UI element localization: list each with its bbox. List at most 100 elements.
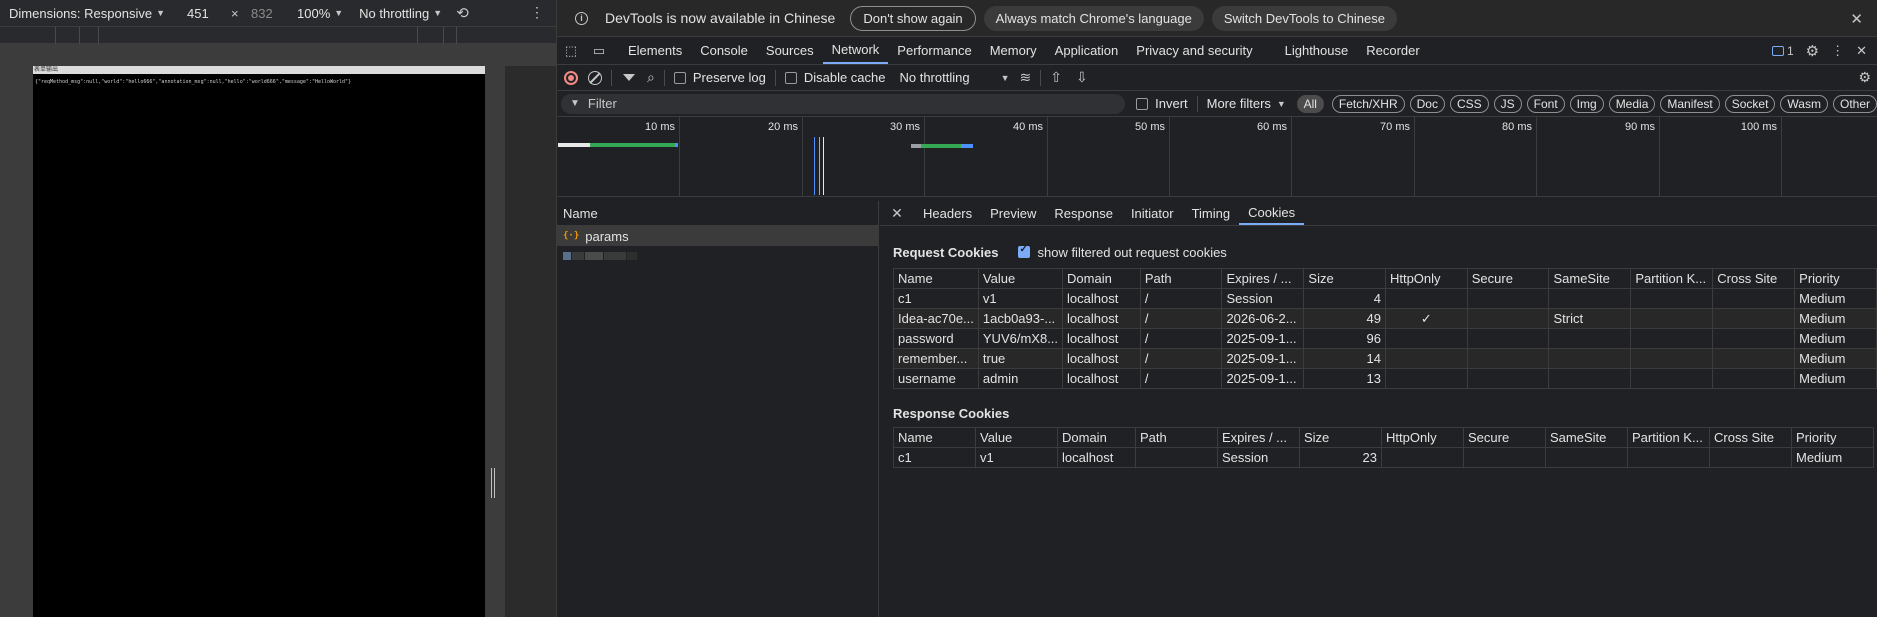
export-har-icon[interactable]: ⇩ [1076, 69, 1088, 86]
gear-icon[interactable]: ⚙ [1806, 42, 1819, 60]
dimensions-dropdown[interactable]: Dimensions: Responsive ▼ [9, 6, 165, 21]
detail-tab-cookies[interactable]: Cookies [1239, 201, 1305, 225]
column-header-priority[interactable]: Priority [1794, 268, 1877, 289]
column-header-path[interactable]: Path [1135, 427, 1218, 448]
request-cookie-row[interactable]: username admin localhost/2025-09-1... 13 Med… [893, 368, 1877, 389]
column-header-size[interactable]: Size [1303, 268, 1386, 289]
column-header-domain[interactable]: Domain [1062, 268, 1141, 289]
type-filter-wasm[interactable]: Wasm [1780, 94, 1828, 113]
more-options-icon[interactable]: ⋮ [1831, 43, 1844, 59]
viewport-resize-handle[interactable] [491, 468, 497, 498]
type-filter-all[interactable]: All [1296, 94, 1324, 113]
type-filter-manifest[interactable]: Manifest [1660, 94, 1720, 113]
import-har-icon[interactable]: ⇧ [1050, 69, 1062, 86]
show-filtered-cookies-checkbox[interactable]: show filtered out request cookies [1018, 244, 1227, 260]
request-cookie-row[interactable]: remember... true localhost/2025-09-1... 14 M… [893, 348, 1877, 369]
device-throttling-dropdown[interactable]: No throttling ▼ [359, 6, 442, 21]
search-icon[interactable]: ⌕ [647, 69, 655, 86]
tab-privacy-and-security[interactable]: Privacy and security [1127, 37, 1261, 64]
response-cookie-row[interactable]: c1 v1 localhost Session 23 Medium [893, 447, 1874, 468]
media-query-ruler[interactable] [0, 26, 556, 44]
dont-show-again-button[interactable]: Don't show again [850, 5, 976, 31]
switch-to-chinese-button[interactable]: Switch DevTools to Chinese [1211, 5, 1397, 31]
tab-console[interactable]: Console [691, 37, 757, 64]
rotate-icon[interactable]: ⟲ [456, 4, 469, 22]
tab-application[interactable]: Application [1046, 37, 1128, 64]
tab-recorder[interactable]: Recorder [1357, 37, 1428, 64]
type-filter-fetch-xhr[interactable]: Fetch/XHR [1331, 94, 1405, 113]
preserve-log-checkbox[interactable]: Preserve log [673, 70, 766, 85]
detail-tab-timing[interactable]: Timing [1183, 201, 1240, 225]
request-cookie-row[interactable]: c1 v1 localhost / Session 4 Medium [893, 288, 1877, 309]
width-input[interactable]: 451 [187, 6, 231, 21]
inspect-element-icon[interactable]: ⬚ [557, 37, 585, 64]
request-row[interactable]: {·} params [557, 226, 878, 246]
disable-cache-checkbox[interactable]: Disable cache [784, 70, 885, 85]
type-filter-js[interactable]: JS [1493, 94, 1522, 113]
network-conditions-icon[interactable]: ≋ [1019, 69, 1031, 86]
column-header-secure[interactable]: Secure [1466, 268, 1550, 289]
close-devtools-icon[interactable]: ✕ [1856, 43, 1867, 59]
tab-performance[interactable]: Performance [888, 37, 980, 64]
request-list-header[interactable]: Name [557, 201, 878, 226]
column-header-path[interactable]: Path [1139, 268, 1223, 289]
tab-memory[interactable]: Memory [981, 37, 1046, 64]
tab-lighthouse[interactable]: Lighthouse [1276, 37, 1358, 64]
request-cookie-row[interactable]: Idea-ac70e... 1acb0a93-... localhost/2026-… [893, 308, 1877, 329]
column-header-priority[interactable]: Priority [1791, 427, 1874, 448]
column-header-expires[interactable]: Expires / ... [1221, 268, 1305, 289]
record-icon[interactable] [564, 70, 578, 85]
column-header-httponly[interactable]: HttpOnly [1381, 427, 1464, 448]
column-header-samesite[interactable]: SameSite [1545, 427, 1628, 448]
detail-tab-preview[interactable]: Preview [981, 201, 1045, 225]
column-header-cross-site[interactable]: Cross Site [1709, 427, 1792, 448]
column-header-size[interactable]: Size [1299, 427, 1382, 448]
network-throttling-dropdown[interactable]: No throttling ▼ [899, 70, 1009, 85]
emulated-viewport[interactable]: 表单输出 {"reqMethod_msg":null,"world":"hell… [33, 66, 485, 617]
tab-sources[interactable]: Sources [757, 37, 823, 64]
close-detail-icon[interactable]: ✕ [880, 201, 914, 225]
request-cookie-row[interactable]: password YUV6/mX8... localhost/2025-09-1..… [893, 328, 1877, 349]
detail-tab-response[interactable]: Response [1045, 201, 1122, 225]
column-header-partition-k[interactable]: Partition K... [1627, 427, 1710, 448]
column-header-value[interactable]: Value [975, 427, 1058, 448]
type-filter-other[interactable]: Other [1832, 94, 1877, 113]
network-settings-gear-icon[interactable]: ⚙ [1858, 69, 1871, 86]
more-filters-dropdown[interactable]: More filters ▼ [1207, 96, 1286, 111]
cookie-cell-partition-k [1630, 288, 1714, 309]
filter-input[interactable]: ▼ Filter [561, 93, 1125, 114]
type-filter-font[interactable]: Font [1526, 94, 1565, 113]
column-header-value[interactable]: Value [977, 268, 1064, 289]
type-filter-img[interactable]: Img [1569, 94, 1604, 113]
close-icon[interactable]: ✕ [1850, 10, 1863, 28]
column-header-partition-k[interactable]: Partition K... [1630, 268, 1714, 289]
detail-tab-initiator[interactable]: Initiator [1122, 201, 1183, 225]
column-header-cross-site[interactable]: Cross Site [1712, 268, 1796, 289]
detail-tab-headers[interactable]: Headers [914, 201, 981, 225]
type-filter-media[interactable]: Media [1608, 94, 1656, 113]
always-match-language-button[interactable]: Always match Chrome's language [983, 5, 1204, 31]
column-header-name[interactable]: Name [893, 268, 979, 289]
type-filter-css[interactable]: CSS [1449, 94, 1489, 113]
clear-icon[interactable] [588, 70, 602, 85]
issues-badge[interactable]: 1 [1771, 44, 1794, 58]
column-header-samesite[interactable]: SameSite [1548, 268, 1632, 289]
zoom-dropdown[interactable]: 100% ▼ [297, 6, 343, 21]
column-header-httponly[interactable]: HttpOnly [1384, 268, 1468, 289]
tab-elements[interactable]: Elements [619, 37, 691, 64]
request-row-obscured[interactable] [557, 246, 878, 266]
device-toolbar-toggle-icon[interactable]: ▭ [585, 37, 613, 64]
column-header-expires[interactable]: Expires / ... [1217, 427, 1300, 448]
type-filter-doc[interactable]: Doc [1409, 94, 1445, 113]
more-options-icon[interactable]: ⋮ [530, 4, 544, 21]
filter-icon[interactable] [623, 74, 635, 81]
column-header-secure[interactable]: Secure [1463, 427, 1546, 448]
column-header-name[interactable]: Name [893, 427, 976, 448]
tab-network[interactable]: Network [822, 37, 889, 64]
height-input[interactable]: 832 [251, 6, 297, 21]
type-filter-socket[interactable]: Socket [1724, 94, 1776, 113]
network-overview-timeline[interactable]: 10 ms 20 ms 30 ms 40 ms 50 ms 60 ms 70 ms 80 ms… [557, 117, 1877, 197]
column-header-domain[interactable]: Domain [1057, 427, 1136, 448]
ruler-tick [417, 27, 418, 44]
invert-checkbox[interactable]: Invert [1136, 96, 1188, 111]
